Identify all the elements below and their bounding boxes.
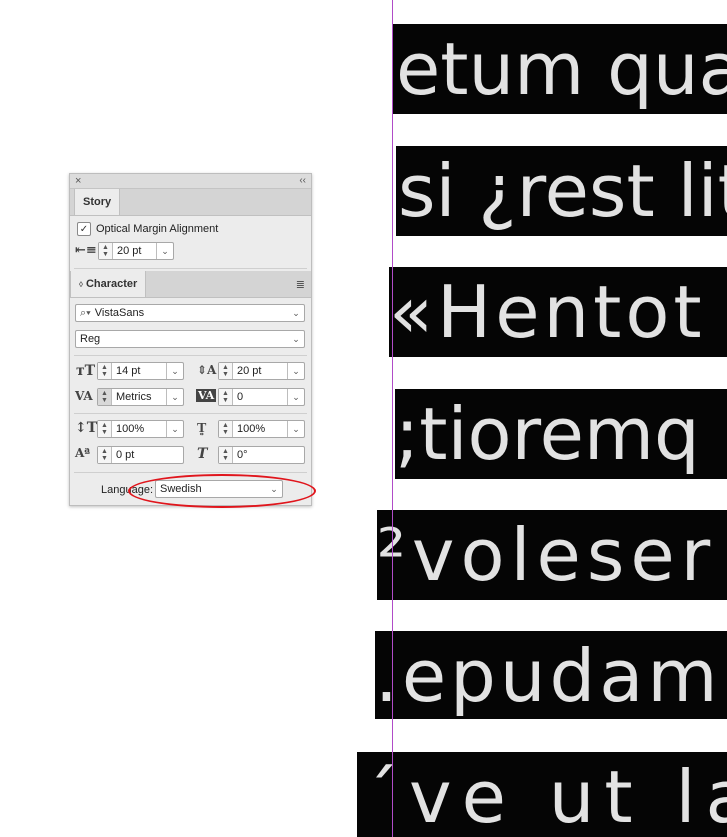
section-divider	[74, 413, 307, 414]
vertical-scale-icon: ↕T	[75, 420, 98, 436]
leading-icon: ⇕A	[197, 363, 217, 377]
kerning-stepper[interactable]: ▲ ▼	[98, 389, 112, 405]
baseline-shift-field[interactable]: ▲ ▼ 0 pt	[97, 446, 184, 464]
section-divider	[74, 355, 307, 356]
baseline-shift-value: 0 pt	[116, 449, 135, 461]
chevron-down-icon[interactable]: ⌄	[288, 305, 304, 321]
horizontal-scale-value: 100%	[237, 423, 266, 435]
font-size-value: 14 pt	[116, 365, 141, 377]
skew-field[interactable]: ▲ ▼ 0°	[218, 446, 305, 464]
tracking-icon: VA	[196, 389, 217, 402]
chevron-down-icon[interactable]: ⌄	[166, 389, 183, 405]
collapse-panel-icon[interactable]: ‹‹	[299, 174, 306, 188]
font-family-select[interactable]: ⌕▾ VistaSans ⌄	[75, 304, 305, 322]
font-size-field[interactable]: ▲ ▼ 14 pt ⌄	[97, 362, 184, 380]
text-line-content: .epudam	[375, 634, 722, 718]
text-line-6[interactable]: .epudam	[375, 631, 727, 719]
tab-character-label: Character	[85, 278, 138, 290]
text-line-content: ;tioremq	[395, 392, 700, 476]
story-tab-row: Story	[70, 189, 311, 216]
text-line-2[interactable]: si ¿rest lit	[396, 146, 727, 236]
optical-size-value: 20 pt	[117, 245, 142, 257]
leading-stepper[interactable]: ▲ ▼	[219, 363, 233, 379]
horizontal-scale-stepper[interactable]: ▲ ▼	[219, 421, 233, 437]
optical-size-stepper[interactable]: ▲ ▼	[99, 243, 113, 259]
font-style-select[interactable]: Reg ⌄	[75, 330, 305, 348]
text-line-content: si ¿rest lit	[398, 149, 727, 233]
language-value: Swedish	[160, 483, 202, 495]
text-line-1[interactable]: etum qua	[392, 24, 727, 114]
vertical-scale-value: 100%	[116, 423, 145, 435]
chevron-down-icon[interactable]: ⌄	[287, 421, 304, 437]
kerning-field[interactable]: ▲ ▼ Metrics ⌄	[97, 388, 184, 406]
skew-icon: T	[197, 446, 208, 462]
updown-icon: ◊	[79, 280, 83, 289]
tracking-stepper[interactable]: ▲ ▼	[219, 389, 233, 405]
character-tab-row: ◊ Character ≣	[70, 271, 311, 298]
story-character-panel: × ‹‹ Story ✓ Optical Margin Alignment ⇤≡…	[69, 173, 312, 506]
tracking-field[interactable]: ▲ ▼ 0 ⌄	[218, 388, 305, 406]
text-line-content: ²voleser	[377, 513, 717, 597]
text-line-7[interactable]: ´ve ut la	[357, 752, 727, 837]
skew-value: 0°	[237, 449, 248, 461]
horizontal-scale-field[interactable]: ▲ ▼ 100% ⌄	[218, 420, 305, 438]
baseline-shift-stepper[interactable]: ▲ ▼	[98, 447, 112, 463]
chevron-down-icon[interactable]: ⌄	[156, 243, 173, 259]
tab-character[interactable]: ◊ Character	[70, 271, 147, 297]
tracking-value: 0	[237, 391, 244, 403]
text-line-4[interactable]: ;tioremq	[395, 389, 727, 479]
font-size-icon: ᴛT	[76, 363, 96, 379]
tab-story-label: Story	[83, 196, 112, 208]
text-line-5[interactable]: ²voleser	[377, 510, 727, 600]
language-label: Language:	[101, 484, 153, 496]
kerning-value: Metrics	[116, 391, 152, 403]
font-family-value: VistaSans	[94, 307, 145, 319]
panel-titlebar: × ‹‹	[70, 174, 311, 189]
chevron-down-icon[interactable]: ⌄	[166, 421, 183, 437]
text-line-3[interactable]: «Hentot	[389, 267, 727, 357]
optical-margin-row: ✓ Optical Margin Alignment	[77, 222, 218, 236]
font-size-stepper[interactable]: ▲ ▼	[98, 363, 112, 379]
panel-menu-icon[interactable]: ≣	[296, 278, 305, 291]
optical-margin-label: Optical Margin Alignment	[96, 223, 219, 235]
text-line-content: ´ve ut la	[363, 755, 727, 837]
search-icon: ⌕▾	[80, 306, 91, 319]
kerning-icon: VA	[75, 389, 93, 403]
horizontal-scale-icon: T͍	[197, 420, 207, 436]
chevron-down-icon[interactable]: ⌄	[288, 331, 304, 347]
section-divider	[74, 268, 307, 269]
skew-stepper[interactable]: ▲ ▼	[219, 447, 233, 463]
chevron-down-icon[interactable]: ⌄	[287, 363, 304, 379]
leading-value: 20 pt	[237, 365, 262, 377]
chevron-down-icon[interactable]: ⌄	[287, 389, 304, 405]
text-line-content: «Hentot	[389, 270, 706, 354]
text-line-content: etum qua	[396, 27, 727, 111]
margin-guide	[392, 0, 393, 837]
close-icon[interactable]: ×	[75, 174, 81, 188]
section-divider	[74, 472, 307, 473]
baseline-shift-icon: Aª	[75, 446, 91, 460]
leading-field[interactable]: ▲ ▼ 20 pt ⌄	[218, 362, 305, 380]
tab-story[interactable]: Story	[74, 189, 121, 215]
vertical-scale-stepper[interactable]: ▲ ▼	[98, 421, 112, 437]
chevron-down-icon[interactable]: ⌄	[266, 481, 282, 497]
checkmark-icon: ✓	[79, 223, 89, 235]
optical-margin-checkbox[interactable]: ✓	[77, 222, 91, 236]
font-style-value: Reg	[80, 333, 101, 345]
language-select[interactable]: Swedish ⌄	[155, 480, 283, 498]
optical-size-field[interactable]: ▲ ▼ 20 pt ⌄	[98, 242, 174, 260]
vertical-scale-field[interactable]: ▲ ▼ 100% ⌄	[97, 420, 184, 438]
chevron-down-icon[interactable]: ⌄	[166, 363, 183, 379]
optical-size-icon: ⇤≡	[75, 243, 97, 258]
